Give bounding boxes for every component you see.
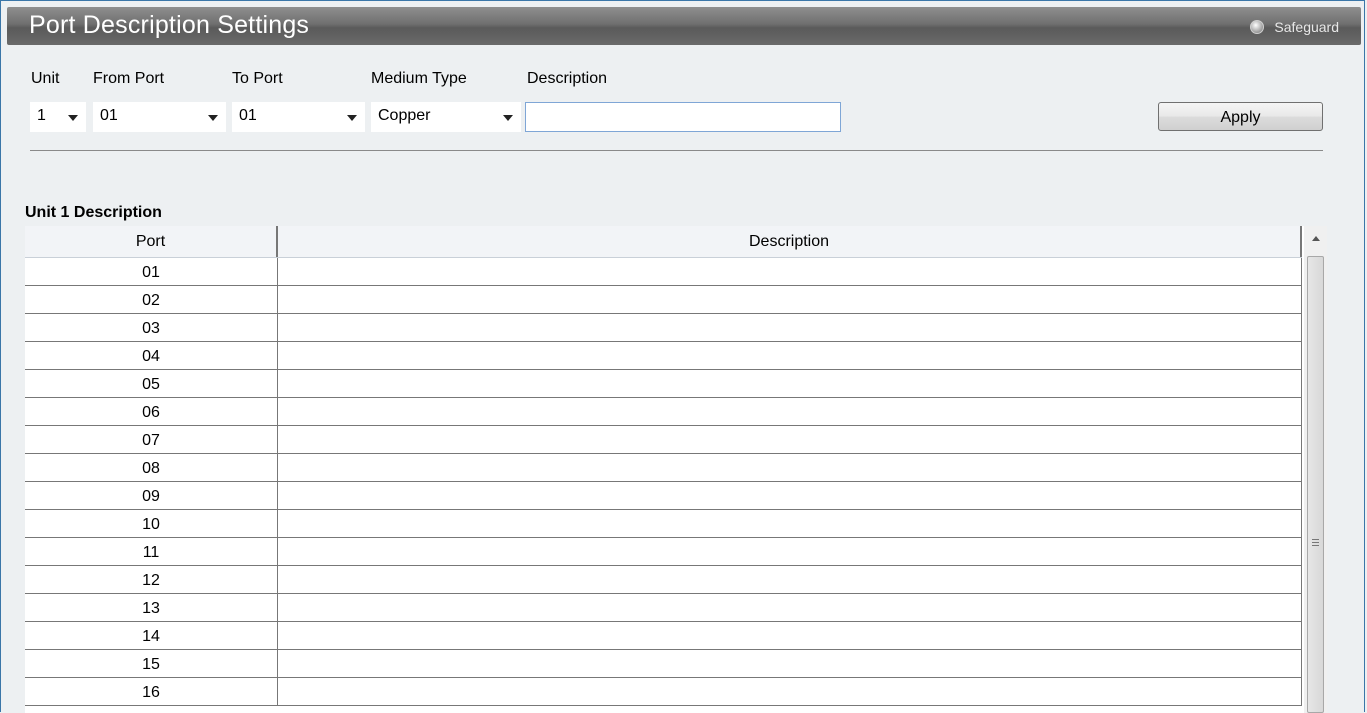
table-row: 12 [25, 566, 1302, 594]
table-body: 01 02 03 04 05 06 07 08 09 10 11 12 13 14 15 16 [25, 258, 1302, 706]
port-cell: 10 [25, 510, 278, 537]
medium-type-select[interactable]: Copper [371, 102, 521, 132]
scroll-up-arrow-icon[interactable] [1304, 226, 1327, 252]
table-row: 04 [25, 342, 1302, 370]
table-row: 14 [25, 622, 1302, 650]
description-input[interactable] [525, 102, 841, 132]
medium-type-label: Medium Type [371, 70, 467, 87]
description-cell [278, 594, 1302, 621]
port-cell: 07 [25, 426, 278, 453]
caret-down-icon [347, 115, 357, 121]
port-cell: 02 [25, 286, 278, 313]
title-bar: Port Description Settings Safeguard [7, 7, 1361, 45]
port-cell: 09 [25, 482, 278, 509]
description-cell [278, 622, 1302, 649]
description-cell [278, 258, 1302, 285]
description-cell [278, 314, 1302, 341]
section-title: Unit 1 Description [25, 204, 162, 221]
description-cell [278, 342, 1302, 369]
description-cell [278, 454, 1302, 481]
medium-type-select-value: Copper [378, 107, 431, 124]
to-port-select-value: 01 [239, 107, 257, 124]
to-port-label: To Port [232, 70, 283, 87]
description-cell [278, 370, 1302, 397]
table-row: 02 [25, 286, 1302, 314]
port-cell: 01 [25, 258, 278, 285]
port-cell: 05 [25, 370, 278, 397]
description-cell [278, 426, 1302, 453]
vertical-scrollbar[interactable] [1304, 226, 1327, 713]
table-row: 03 [25, 314, 1302, 342]
safeguard-toggle[interactable]: Safeguard [1250, 18, 1339, 36]
unit-select-value: 1 [37, 107, 46, 124]
description-label: Description [527, 70, 608, 87]
table-header: Port Description [25, 226, 1302, 258]
description-cell [278, 286, 1302, 313]
port-cell: 04 [25, 342, 278, 369]
page-title: Port Description Settings [29, 11, 310, 39]
table-row: 01 [25, 258, 1302, 286]
table-row: 09 [25, 482, 1302, 510]
table-row: 13 [25, 594, 1302, 622]
unit-label: Unit [31, 70, 60, 87]
port-cell: 08 [25, 454, 278, 481]
table-row: 15 [25, 650, 1302, 678]
table-row: 11 [25, 538, 1302, 566]
port-cell: 06 [25, 398, 278, 425]
description-cell [278, 678, 1302, 705]
table-row: 10 [25, 510, 1302, 538]
page-frame: Port Description Settings Safeguard Unit… [0, 0, 1365, 713]
table-row: 07 [25, 426, 1302, 454]
port-cell: 14 [25, 622, 278, 649]
grip-icon [1312, 539, 1319, 546]
port-cell: 03 [25, 314, 278, 341]
column-header-description: Description [278, 226, 1302, 257]
unit-select[interactable]: 1 [30, 102, 86, 132]
scroll-thumb[interactable] [1307, 256, 1324, 713]
radio-circle-icon [1250, 20, 1265, 34]
description-cell [278, 482, 1302, 509]
caret-down-icon [503, 115, 513, 121]
to-port-select[interactable]: 01 [232, 102, 365, 132]
port-cell: 16 [25, 678, 278, 705]
description-cell [278, 538, 1302, 565]
divider [30, 150, 1323, 151]
caret-down-icon [68, 115, 78, 121]
port-cell: 13 [25, 594, 278, 621]
from-port-select[interactable]: 01 [93, 102, 226, 132]
safeguard-label: Safeguard [1274, 19, 1339, 35]
port-description-table: Port Description 01 02 03 04 05 06 07 08 09 10 11 1… [25, 226, 1327, 713]
table-row: 06 [25, 398, 1302, 426]
description-cell [278, 510, 1302, 537]
column-header-port: Port [25, 226, 278, 257]
table-row: 16 [25, 678, 1302, 706]
table-row: 05 [25, 370, 1302, 398]
table-row: 08 [25, 454, 1302, 482]
caret-down-icon [208, 115, 218, 121]
from-port-label: From Port [93, 70, 165, 87]
description-cell [278, 650, 1302, 677]
port-cell: 15 [25, 650, 278, 677]
description-cell [278, 398, 1302, 425]
port-cell: 12 [25, 566, 278, 593]
apply-button[interactable]: Apply [1158, 102, 1323, 131]
port-cell: 11 [25, 538, 278, 565]
from-port-select-value: 01 [100, 107, 118, 124]
description-cell [278, 566, 1302, 593]
